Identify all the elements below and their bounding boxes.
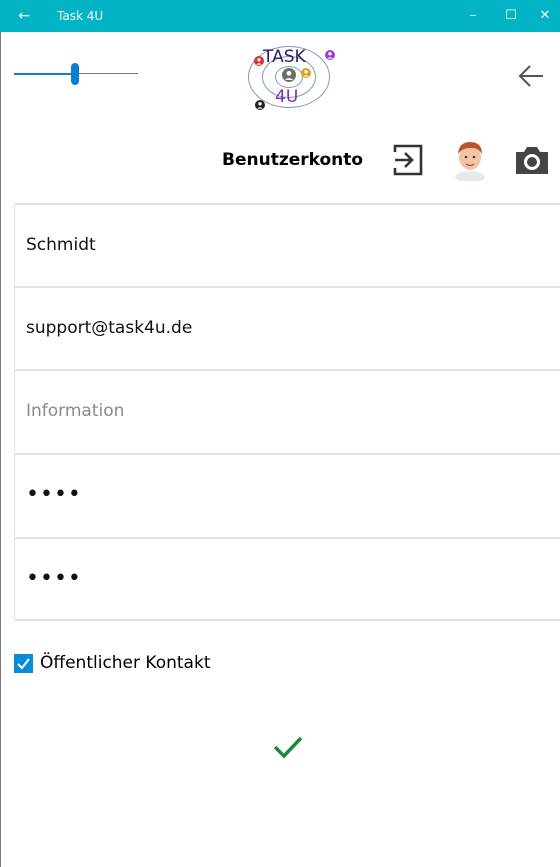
information-field[interactable]: Information (14, 369, 560, 451)
divider (14, 619, 560, 621)
slider-track (76, 73, 138, 74)
person-icon (325, 50, 335, 60)
password-confirm-field[interactable]: •••• (14, 537, 560, 619)
logo-text-top: TASK (263, 47, 306, 67)
password-field[interactable]: •••• (14, 453, 560, 535)
camera-icon[interactable] (513, 143, 551, 177)
confirm-check-icon[interactable] (272, 734, 304, 760)
title-bar: ← Task 4U – ☐ ✕ (0, 0, 560, 32)
public-contact-checkbox[interactable] (14, 654, 33, 673)
public-contact-label[interactable]: Öffentlicher Kontakt (40, 653, 210, 673)
person-icon (254, 56, 264, 66)
slider-thumb[interactable] (71, 63, 79, 85)
close-button[interactable]: ✕ (530, 0, 560, 32)
slider-track-fill (14, 73, 76, 75)
window-back-button[interactable]: ← (0, 0, 48, 32)
person-icon (282, 68, 296, 82)
logo-text-bottom: 4U (275, 87, 299, 107)
name-field[interactable]: Schmidt (14, 203, 560, 285)
sign-in-icon[interactable] (391, 143, 425, 177)
app-logo: TASK 4U (245, 44, 335, 112)
person-icon (255, 100, 265, 110)
page-title: Benutzerkonto (222, 150, 364, 170)
person-icon (301, 68, 311, 78)
maximize-button[interactable]: ☐ (492, 0, 530, 32)
minimize-button[interactable]: – (454, 0, 492, 32)
window-title: Task 4U (57, 9, 104, 23)
avatar[interactable] (451, 139, 489, 181)
arrow-left-icon[interactable] (515, 60, 547, 92)
email-field[interactable]: support@task4u.de (14, 286, 560, 368)
zoom-slider[interactable] (14, 60, 138, 88)
